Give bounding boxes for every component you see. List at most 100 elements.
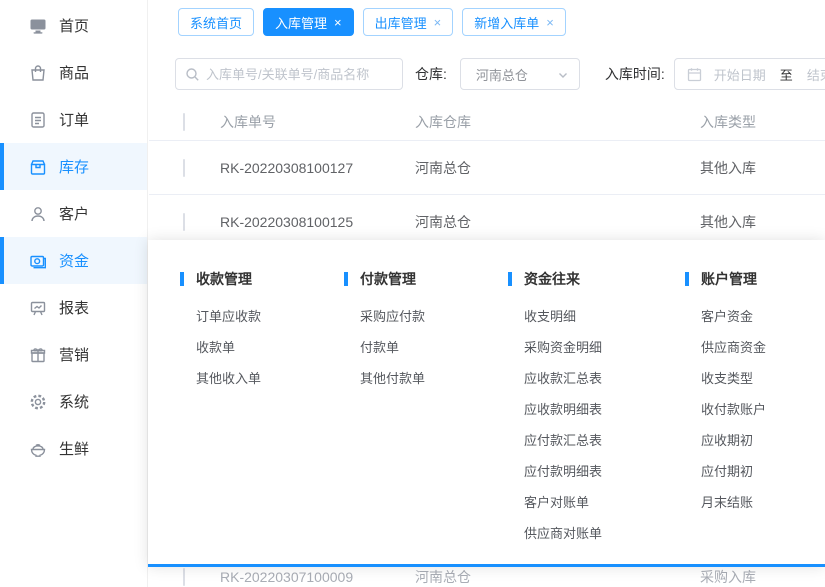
section-title: 收款管理 bbox=[196, 271, 261, 287]
cell-warehouse: 河南总仓 bbox=[415, 212, 471, 232]
menu-section-account-management: 账户管理 客户资金 供应商资金 收支类型 收付款账户 应收期初 应付期初 月末结… bbox=[701, 240, 766, 518]
chevron-down-icon bbox=[557, 69, 569, 81]
sidebar-item-fresh[interactable]: 生鲜 bbox=[0, 425, 147, 472]
menu-item[interactable]: 应收款汇总表 bbox=[524, 363, 602, 394]
menu-section-fund-transactions: 资金往来 收支明细 采购资金明细 应收款汇总表 应收款明细表 应付款汇总表 应付… bbox=[524, 240, 602, 549]
row-checkbox[interactable] bbox=[183, 568, 185, 586]
table-header-row: 入库单号 入库仓库 入库类型 bbox=[149, 104, 825, 141]
menu-item[interactable]: 收支类型 bbox=[701, 363, 766, 394]
search-icon bbox=[185, 67, 200, 82]
date-start-placeholder[interactable]: 开始日期 bbox=[714, 65, 766, 84]
menu-item[interactable]: 付款单 bbox=[360, 332, 425, 363]
menu-section-payment-management: 付款管理 采购应付款 付款单 其他付款单 bbox=[360, 240, 425, 394]
menu-item[interactable]: 应付款明细表 bbox=[524, 456, 602, 487]
menu-item[interactable]: 月末结账 bbox=[701, 487, 766, 518]
sidebar-item-inventory[interactable]: 库存 bbox=[0, 143, 147, 190]
row-checkbox[interactable] bbox=[183, 159, 185, 177]
menu-item[interactable]: 供应商资金 bbox=[701, 332, 766, 363]
sidebar-item-reports[interactable]: 报表 bbox=[0, 284, 147, 331]
section-title: 资金往来 bbox=[524, 271, 602, 287]
sidebar-item-label: 首页 bbox=[59, 15, 89, 36]
section-title: 账户管理 bbox=[701, 271, 766, 287]
search-box bbox=[175, 58, 403, 90]
inbound-time-label: 入库时间: bbox=[605, 64, 665, 84]
section-marker-bar bbox=[685, 272, 689, 286]
search-input[interactable] bbox=[206, 59, 396, 89]
report-chart-icon bbox=[28, 298, 48, 318]
cell-type: 采购入库 bbox=[700, 567, 756, 587]
sidebar-item-orders[interactable]: 订单 bbox=[0, 96, 147, 143]
wallet-money-icon bbox=[28, 251, 48, 271]
sidebar-item-funds[interactable]: 资金 bbox=[0, 237, 147, 284]
cell-order-no: RK-20220307100009 bbox=[220, 569, 353, 585]
warehouse-select[interactable]: 河南总仓 bbox=[460, 58, 580, 90]
select-all-checkbox[interactable] bbox=[183, 113, 185, 131]
cell-warehouse: 河南总仓 bbox=[415, 158, 471, 178]
filter-bar: 仓库: 河南总仓 入库时间: 开始日期 至 结束日期 bbox=[175, 58, 825, 90]
funds-mega-menu: 收款管理 订单应收款 收款单 其他收入单 付款管理 采购应付款 付款单 其他付款… bbox=[148, 240, 825, 567]
menu-item[interactable]: 收款单 bbox=[196, 332, 261, 363]
inventory-box-icon bbox=[28, 157, 48, 177]
tab-outbound-management[interactable]: 出库管理 × bbox=[363, 8, 454, 36]
close-icon[interactable]: × bbox=[434, 16, 442, 29]
sidebar-item-label: 报表 bbox=[59, 297, 89, 318]
column-header-warehouse: 入库仓库 bbox=[415, 112, 471, 132]
column-header-type: 入库类型 bbox=[700, 112, 756, 132]
calendar-icon bbox=[687, 67, 702, 82]
sidebar-item-home[interactable]: 首页 bbox=[0, 2, 147, 49]
tab-inbound-management[interactable]: 入库管理 × bbox=[263, 8, 354, 36]
sidebar-item-label: 客户 bbox=[59, 203, 89, 224]
sidebar-item-customers[interactable]: 客户 bbox=[0, 190, 147, 237]
sidebar-item-label: 资金 bbox=[59, 250, 89, 271]
close-icon[interactable]: × bbox=[546, 16, 554, 29]
menu-item[interactable]: 客户资金 bbox=[701, 301, 766, 332]
section-marker-bar bbox=[508, 272, 512, 286]
sidebar-item-products[interactable]: 商品 bbox=[0, 49, 147, 96]
date-range-separator: 至 bbox=[780, 65, 793, 84]
order-document-icon bbox=[28, 110, 48, 130]
inbound-orders-table: 入库单号 入库仓库 入库类型 RK-20220308100127 河南总仓 其他… bbox=[149, 104, 825, 249]
menu-item[interactable]: 收支明细 bbox=[524, 301, 602, 332]
sidebar-item-marketing[interactable]: 营销 bbox=[0, 331, 147, 378]
tab-label: 入库管理 bbox=[275, 13, 327, 32]
app-window: 首页 商品 订单 库存 bbox=[0, 0, 825, 587]
menu-item[interactable]: 其他收入单 bbox=[196, 363, 261, 394]
cell-type: 其他入库 bbox=[700, 158, 756, 178]
warehouse-selected-value: 河南总仓 bbox=[476, 65, 528, 84]
cell-order-no: RK-20220308100125 bbox=[220, 214, 353, 230]
sidebar: 首页 商品 订单 库存 bbox=[0, 0, 148, 587]
tab-label: 新增入库单 bbox=[474, 13, 539, 32]
row-checkbox[interactable] bbox=[183, 213, 185, 231]
cell-warehouse: 河南总仓 bbox=[415, 567, 471, 587]
cell-order-no: RK-20220308100127 bbox=[220, 160, 353, 176]
person-icon bbox=[28, 204, 48, 224]
menu-item[interactable]: 应收期初 bbox=[701, 425, 766, 456]
gear-icon bbox=[28, 392, 48, 412]
menu-item[interactable]: 订单应收款 bbox=[196, 301, 261, 332]
sidebar-item-label: 库存 bbox=[59, 156, 89, 177]
menu-item[interactable]: 供应商对账单 bbox=[524, 518, 602, 549]
menu-item[interactable]: 应收款明细表 bbox=[524, 394, 602, 425]
sidebar-item-system[interactable]: 系统 bbox=[0, 378, 147, 425]
menu-item[interactable]: 采购应付款 bbox=[360, 301, 425, 332]
menu-item[interactable]: 其他付款单 bbox=[360, 363, 425, 394]
close-icon[interactable]: × bbox=[334, 16, 342, 29]
tab-new-inbound-order[interactable]: 新增入库单 × bbox=[462, 8, 566, 36]
sidebar-item-label: 营销 bbox=[59, 344, 89, 365]
section-marker-bar bbox=[344, 272, 348, 286]
date-end-placeholder[interactable]: 结束日期 bbox=[807, 65, 825, 84]
gift-icon bbox=[28, 345, 48, 365]
menu-item[interactable]: 采购资金明细 bbox=[524, 332, 602, 363]
warehouse-label: 仓库: bbox=[415, 64, 447, 84]
section-marker-bar bbox=[180, 272, 184, 286]
table-row[interactable]: RK-20220308100127 河南总仓 其他入库 bbox=[149, 141, 825, 195]
sidebar-item-label: 系统 bbox=[59, 391, 89, 412]
date-range-picker[interactable]: 开始日期 至 结束日期 bbox=[674, 58, 825, 90]
section-title: 付款管理 bbox=[360, 271, 425, 287]
menu-item[interactable]: 收付款账户 bbox=[701, 394, 766, 425]
tab-bar: 系统首页 入库管理 × 出库管理 × 新增入库单 × bbox=[178, 8, 566, 36]
tab-system-home[interactable]: 系统首页 bbox=[178, 8, 254, 36]
menu-item[interactable]: 客户对账单 bbox=[524, 487, 602, 518]
menu-item[interactable]: 应付款汇总表 bbox=[524, 425, 602, 456]
menu-item[interactable]: 应付期初 bbox=[701, 456, 766, 487]
